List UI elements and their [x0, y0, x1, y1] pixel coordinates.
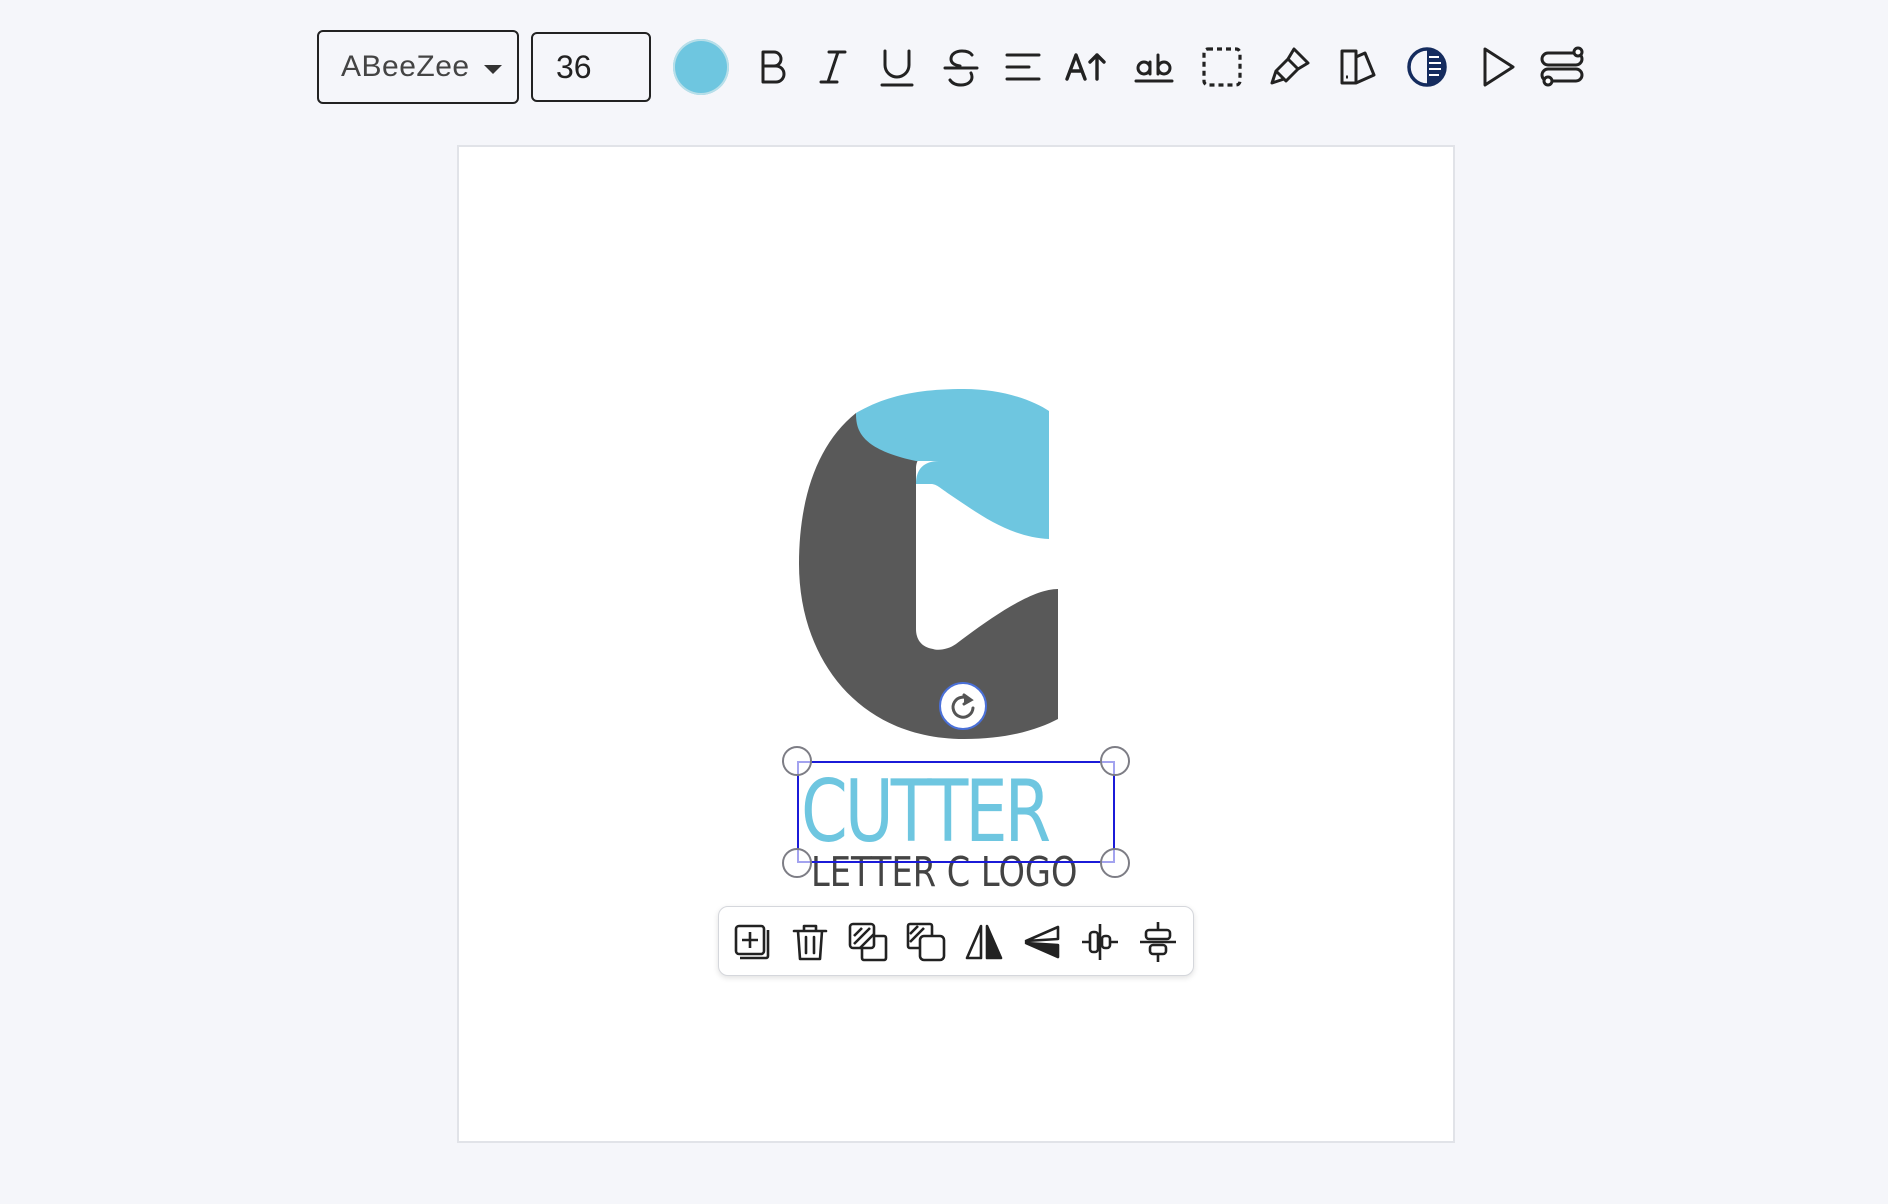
flip-horizontal-button[interactable] — [959, 917, 1009, 967]
underline-button[interactable] — [872, 40, 922, 94]
align-center-vertical-button[interactable] — [1133, 917, 1183, 967]
underline-icon — [880, 49, 914, 87]
selection-box — [797, 761, 1115, 863]
delete-button[interactable] — [785, 917, 835, 967]
brush-button[interactable] — [1265, 40, 1315, 94]
swatch-icon — [1340, 49, 1376, 85]
bold-button[interactable] — [747, 40, 797, 94]
swatch-button[interactable] — [1333, 40, 1383, 94]
bring-forward-icon — [848, 922, 888, 962]
flip-vertical-icon — [1024, 925, 1060, 959]
add-icon — [734, 924, 770, 960]
bring-forward-button[interactable] — [843, 917, 893, 967]
delete-icon — [792, 924, 828, 961]
design-canvas[interactable]: CUTTER LETTER C LOGO — [457, 145, 1455, 1143]
resize-handle-bottom-right[interactable] — [1100, 848, 1130, 878]
play-icon — [1483, 47, 1515, 87]
selection-icon — [1202, 47, 1242, 87]
align-center-horizontal-icon — [1082, 924, 1118, 960]
object-context-toolbar — [718, 906, 1194, 976]
play-button[interactable] — [1472, 40, 1522, 94]
align-center-horizontal-button[interactable] — [1075, 917, 1125, 967]
rotate-icon — [951, 693, 975, 719]
settings-icon — [1540, 46, 1584, 87]
font-size-input[interactable] — [531, 32, 651, 102]
resize-handle-top-right[interactable] — [1100, 746, 1130, 776]
text-color-picker[interactable] — [673, 39, 729, 95]
text-size-icon — [1065, 53, 1106, 81]
letter-c-logo[interactable] — [799, 389, 1081, 749]
contrast-button[interactable] — [1402, 40, 1452, 94]
rotate-handle[interactable] — [939, 682, 987, 730]
add-button[interactable] — [727, 917, 777, 967]
flip-horizontal-icon — [965, 924, 1003, 960]
spell-check-button[interactable] — [1129, 40, 1179, 94]
spell-check-icon — [1134, 53, 1174, 83]
align-button[interactable] — [998, 40, 1048, 94]
text-size-button[interactable] — [1062, 40, 1112, 94]
flip-vertical-button[interactable] — [1017, 917, 1067, 967]
align-icon — [1005, 53, 1041, 81]
send-backward-icon — [906, 922, 946, 962]
resize-handle-bottom-left[interactable] — [782, 848, 812, 878]
chevron-down-icon — [484, 65, 502, 74]
strikethrough-button[interactable] — [936, 40, 986, 94]
italic-button[interactable] — [808, 40, 858, 94]
resize-handle-top-left[interactable] — [782, 746, 812, 776]
font-family-value: ABeeZee — [341, 50, 470, 83]
contrast-icon — [1407, 47, 1447, 87]
bold-icon — [761, 50, 786, 84]
align-center-vertical-icon — [1140, 922, 1176, 962]
font-family-select[interactable]: ABeeZee — [317, 30, 519, 104]
brush-icon — [1270, 47, 1310, 85]
settings-button[interactable] — [1537, 40, 1587, 94]
italic-icon — [819, 50, 847, 84]
selection-button[interactable] — [1197, 40, 1247, 94]
top-toolbar: ABeeZee — [317, 30, 1587, 105]
send-backward-button[interactable] — [901, 917, 951, 967]
strikethrough-icon — [943, 49, 979, 87]
